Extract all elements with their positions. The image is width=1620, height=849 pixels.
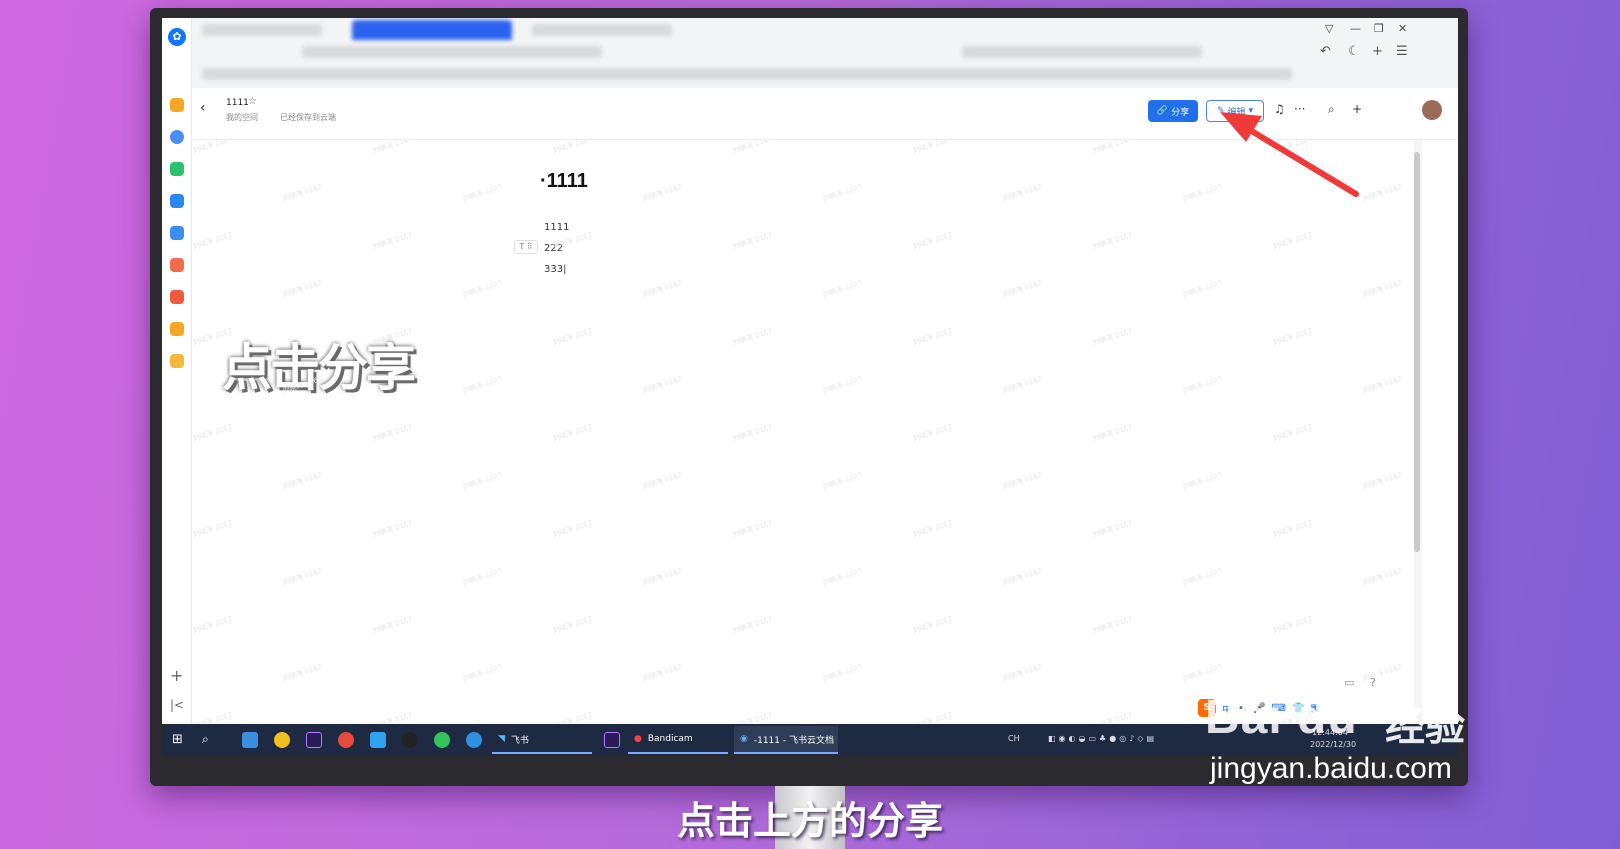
baidu-jingyan-text: 经验 (1385, 704, 1465, 750)
video-subtitle: 点击上方的分享 (676, 799, 943, 843)
baidu-logo-text: Bai du (1205, 691, 1358, 744)
annotation-arrow (1220, 112, 1359, 197)
baidu-url: jingyan.baidu.com (1210, 752, 1452, 785)
